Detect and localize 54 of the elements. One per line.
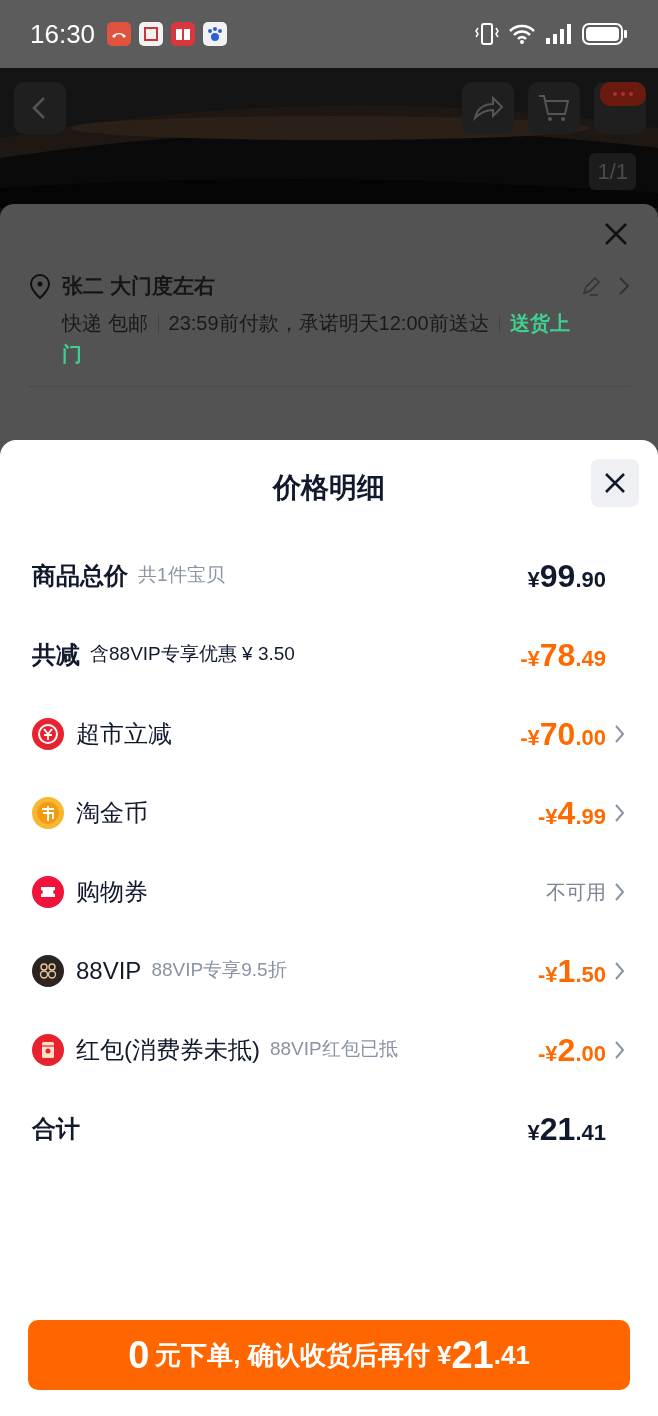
row-amount: -¥70.00 xyxy=(520,714,606,754)
row-amount: -¥1.50 xyxy=(538,951,606,991)
sheet-title: 价格明细 xyxy=(273,471,385,505)
edit-icon[interactable] xyxy=(580,274,602,297)
chevron-icon[interactable] xyxy=(614,802,626,823)
row-label: 超市立减 xyxy=(76,718,172,749)
close-icon xyxy=(604,472,626,494)
row-label: 合计 xyxy=(32,1113,80,1144)
status-time: 16:30 xyxy=(30,17,96,51)
row-label: 红包(消费券未抵) xyxy=(76,1034,260,1065)
coin-icon xyxy=(32,796,64,829)
vip-badge-icon xyxy=(32,954,64,987)
battery-icon xyxy=(582,22,628,46)
chevron-icon[interactable] xyxy=(614,723,626,744)
message-button[interactable] xyxy=(594,82,646,134)
ticket-icon xyxy=(32,875,64,908)
coin-refund-icon xyxy=(32,717,64,750)
row-note: 88VIP红包已抵 xyxy=(270,1037,398,1062)
chevron-icon xyxy=(618,275,630,296)
row-note: 含88VIP专享优惠 ¥ 3.50 xyxy=(90,642,295,667)
phone-icon xyxy=(107,22,132,46)
row-label: 88VIP xyxy=(76,955,142,986)
mail-app-icon xyxy=(139,22,164,46)
recipient-address: 张二 大门度左右 xyxy=(62,273,216,299)
wifi-icon xyxy=(508,23,536,45)
row-label: 购物券 xyxy=(76,876,148,907)
signal-icon xyxy=(544,23,574,45)
row-label: 共减 xyxy=(32,639,80,670)
share-icon xyxy=(471,94,505,122)
cart-icon xyxy=(537,92,571,124)
location-pin-icon xyxy=(28,274,52,300)
delivery-info: 快递 包邮 23:59前付款，承诺明天12:00前送达 送货上门 xyxy=(62,310,571,367)
row-amount: 不可用 xyxy=(546,879,606,905)
book-app-icon xyxy=(171,22,196,46)
chevron-icon[interactable] xyxy=(614,881,626,902)
row-label: 商品总价 xyxy=(32,560,128,591)
row-amount: ¥21.41 xyxy=(527,1109,606,1149)
row-amount: -¥2.00 xyxy=(538,1030,606,1070)
place-order-button[interactable]: 0 元下单, 确认收货后再付 ¥21.41 xyxy=(28,1320,630,1390)
back-button[interactable] xyxy=(14,82,66,134)
vibrate-icon xyxy=(474,22,500,46)
row-note: 88VIP专享9.5折 xyxy=(151,958,287,983)
row-note: 共1件宝贝 xyxy=(138,563,225,588)
envelope-icon xyxy=(32,1033,64,1066)
row-amount: ¥99.90 xyxy=(527,556,606,596)
row-label: 淘金币 xyxy=(76,797,148,828)
close-button[interactable] xyxy=(591,459,639,507)
cart-button[interactable] xyxy=(528,82,580,134)
chevron-icon[interactable] xyxy=(614,960,626,981)
paw-app-icon xyxy=(203,22,228,46)
row-amount: -¥4.99 xyxy=(538,793,606,833)
share-button[interactable] xyxy=(462,82,514,134)
row-amount: -¥78.49 xyxy=(520,635,606,675)
chevron-icon[interactable] xyxy=(614,1039,626,1060)
